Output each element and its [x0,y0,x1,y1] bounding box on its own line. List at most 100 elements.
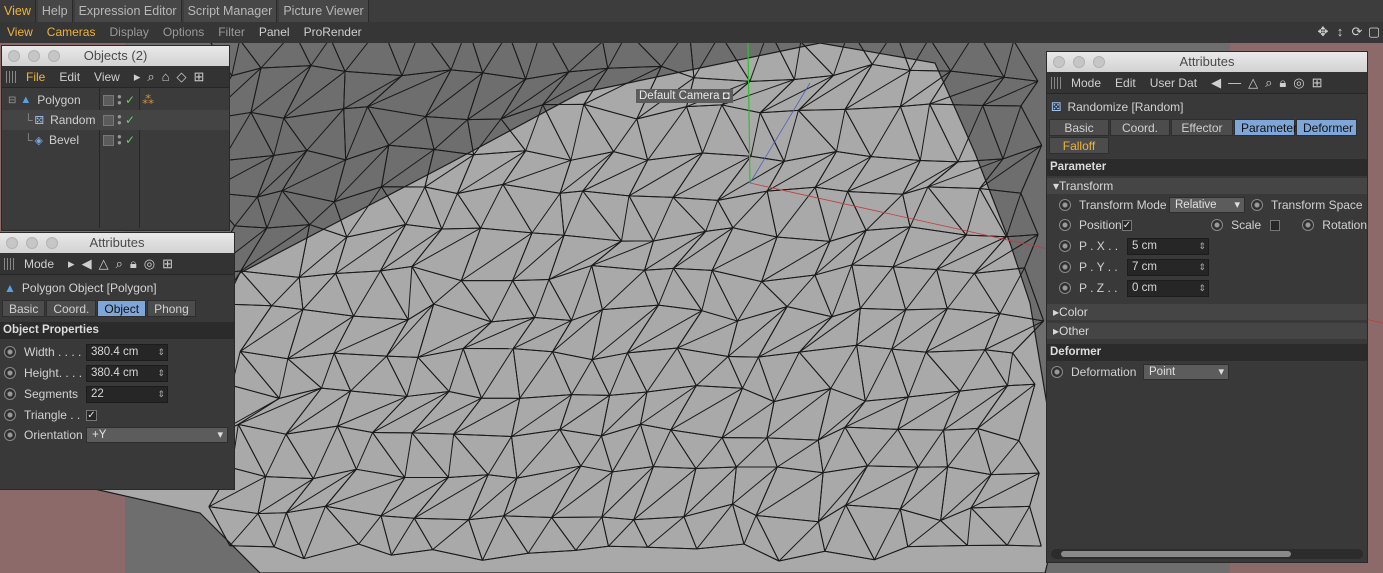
width-field[interactable]: 380.4 cm [86,343,168,361]
menu-script-manager[interactable]: Script Manager [183,0,278,22]
toggle-layout-icon[interactable]: ▢ [1367,24,1381,40]
animate-radio[interactable] [1059,240,1071,252]
animate-radio[interactable] [1211,219,1224,231]
search-icon[interactable]: ⌕ [147,69,154,85]
list-item-bevel[interactable]: └ ◈ Bevel ● ● ✓ [2,130,229,150]
tab-phong[interactable]: Phong [147,300,196,317]
minimize-button[interactable] [28,50,40,62]
list-item-polygon[interactable]: ⊟ ▲ Polygon ● ● ✓ ⁂ [2,90,229,110]
orientation-dropdown[interactable]: +Y [86,427,228,443]
target-icon[interactable]: ◎ [144,256,155,272]
more-arrow-icon[interactable]: ▸ [68,256,75,272]
render-dots-icon[interactable]: ● ● [117,133,122,147]
animate-radio[interactable] [1059,199,1071,211]
dolly-view-icon[interactable]: ↕ [1333,24,1347,40]
material-tag-icon[interactable]: ⁂ [142,93,154,107]
height-field[interactable]: 380.4 cm [86,364,168,382]
tab-parameter[interactable]: Parameter [1234,119,1297,136]
new-window-icon[interactable]: ⊞ [162,256,173,272]
move-view-icon[interactable]: ✥ [1316,24,1330,40]
mode-menu[interactable]: Mode [24,257,54,271]
animate-radio[interactable] [4,388,16,400]
attributes-titlebar[interactable]: Attributes [1047,52,1367,72]
zoom-button[interactable] [48,50,60,62]
animate-radio[interactable] [1059,261,1071,273]
up-arrow-icon[interactable]: △ [99,256,109,272]
render-dots-icon[interactable]: ● ● [117,93,122,107]
objects-menu-file[interactable]: File [26,70,45,84]
tab-falloff[interactable]: Falloff [1049,137,1109,154]
visibility-toggle[interactable] [103,134,114,146]
grip-icon[interactable] [4,257,16,270]
color-group[interactable]: ▸Color [1047,304,1367,320]
render-dots-icon[interactable]: ● ● [117,113,122,127]
tab-basic[interactable]: Basic [1049,119,1109,136]
close-button[interactable] [1053,56,1065,68]
animate-radio[interactable] [4,429,16,441]
tab-effector[interactable]: Effector [1171,119,1233,136]
lock-icon[interactable]: 🔒︎ [130,256,137,272]
zoom-button[interactable] [46,237,58,249]
edit-menu[interactable]: Edit [1115,76,1136,90]
animate-radio[interactable] [1059,282,1071,294]
up-arrow-icon[interactable]: △ [1248,75,1258,91]
mode-menu[interactable]: Mode [1071,76,1101,90]
enabled-check-icon[interactable]: ✓ [125,133,135,147]
search-icon[interactable]: ⌕ [116,256,123,272]
expand-icon[interactable]: ⊟ [8,95,16,106]
tab-basic[interactable]: Basic [2,300,46,317]
objects-titlebar[interactable]: Objects (2) [2,46,229,66]
viewport-menu-filter[interactable]: Filter [211,22,252,43]
rotate-view-icon[interactable]: ⟳ [1350,24,1364,40]
menu-picture-viewer[interactable]: Picture Viewer [279,0,369,22]
grip-icon[interactable] [1051,76,1063,89]
minimize-button[interactable] [26,237,38,249]
viewport-menu-prorender[interactable]: ProRender [297,22,369,43]
animate-radio[interactable] [1251,199,1263,211]
visibility-toggle[interactable] [103,114,114,126]
triangle-checkbox[interactable]: ✓ [86,409,97,421]
attributes-titlebar[interactable]: Attributes [0,233,234,253]
animate-radio[interactable] [4,409,16,421]
viewport-menu-options[interactable]: Options [156,22,211,43]
user-data-menu[interactable]: User Dat [1150,76,1197,90]
visibility-toggle[interactable] [103,94,114,106]
more-arrow-icon[interactable]: ▸ [134,69,141,85]
deformation-dropdown[interactable]: Point [1143,364,1229,380]
list-item-random[interactable]: └ ⚄ Random ● ● ✓ [2,110,229,130]
forward-arrow-icon[interactable]: — [1228,75,1241,90]
pz-field[interactable]: 0 cm [1127,279,1209,297]
menu-expression-editor[interactable]: Expression Editor [74,0,182,22]
animate-radio[interactable] [1051,366,1063,378]
objects-menu-view[interactable]: View [94,70,120,84]
horizontal-scrollbar[interactable] [1051,549,1363,559]
minimize-button[interactable] [1073,56,1085,68]
animate-radio[interactable] [4,346,16,358]
back-arrow-icon[interactable]: ◀ [1211,75,1221,91]
camera-label[interactable]: Default Camera ◘ [636,89,733,103]
scale-checkbox[interactable] [1269,219,1281,231]
scrollbar-thumb[interactable] [1061,551,1291,557]
position-checkbox[interactable]: ✓ [1121,219,1133,231]
viewport-menu-display[interactable]: Display [102,22,155,43]
tab-deformer[interactable]: Deformer [1296,119,1357,136]
py-field[interactable]: 7 cm [1127,258,1209,276]
objects-menu-edit[interactable]: Edit [59,70,80,84]
animate-radio[interactable] [1302,219,1315,231]
new-window-icon[interactable]: ⊞ [194,69,205,85]
search-icon[interactable]: ⌕ [1265,75,1272,91]
transform-group[interactable]: ▾Transform [1047,178,1367,194]
menu-view[interactable]: View [0,0,36,22]
lock-icon[interactable]: 🔒︎ [1279,75,1286,91]
segments-field[interactable]: 22 [86,385,168,403]
target-icon[interactable]: ◎ [1293,75,1304,91]
viewport-menu-cameras[interactable]: Cameras [40,22,103,43]
tab-object[interactable]: Object [97,300,147,317]
close-button[interactable] [8,50,20,62]
menu-help[interactable]: Help [37,0,73,22]
animate-radio[interactable] [4,367,16,379]
home-icon[interactable]: ⌂ [162,69,170,84]
tab-coord[interactable]: Coord. [46,300,97,317]
viewport-menu-panel[interactable]: Panel [252,22,297,43]
grip-icon[interactable] [6,70,18,83]
